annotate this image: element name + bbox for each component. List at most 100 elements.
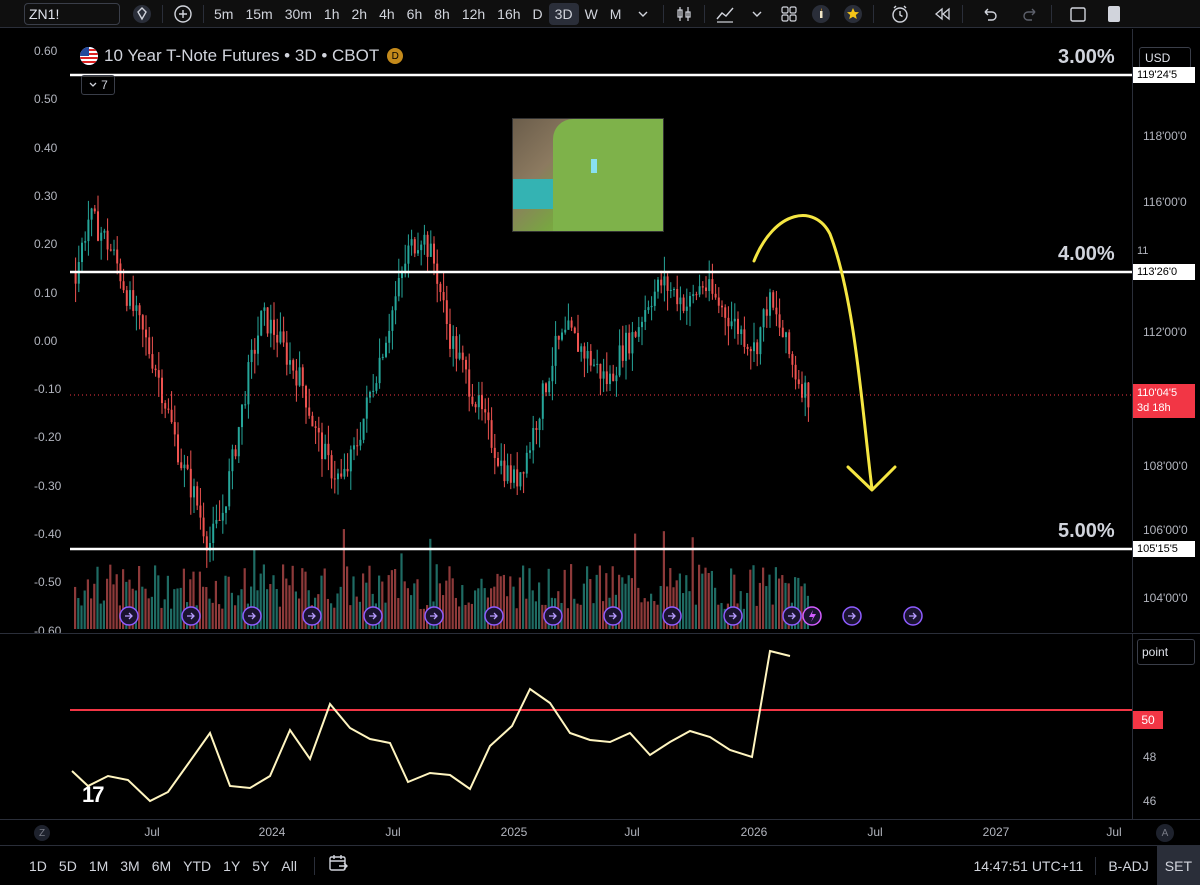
timeframe-w[interactable]: W — [579, 3, 604, 25]
event-icon[interactable] — [903, 606, 923, 626]
candle-body — [660, 279, 663, 286]
timeframe-1h[interactable]: 1h — [318, 3, 346, 25]
candle-body — [749, 349, 752, 352]
range-1d[interactable]: 1D — [26, 858, 50, 874]
range-5y[interactable]: 5Y — [249, 858, 272, 874]
replay-icon[interactable] — [926, 3, 958, 25]
adjustment-toggle[interactable]: B-ADJ — [1100, 858, 1156, 874]
candle-body — [564, 329, 567, 333]
event-icon[interactable] — [603, 606, 623, 626]
window-icon[interactable] — [1062, 3, 1094, 25]
range-5d[interactable]: 5D — [56, 858, 80, 874]
event-icon[interactable] — [302, 606, 322, 626]
timeframe-15m[interactable]: 15m — [239, 3, 278, 25]
timeframe-4h[interactable]: 4h — [373, 3, 401, 25]
panel-icon[interactable] — [1098, 3, 1130, 25]
event-icon[interactable] — [662, 606, 682, 626]
oscillator-chart[interactable] — [0, 634, 1132, 820]
range-6m[interactable]: 6M — [149, 858, 174, 874]
candle-body — [577, 333, 579, 352]
event-icon[interactable] — [543, 606, 563, 626]
volume-bar — [291, 565, 294, 629]
candle-body — [247, 362, 250, 405]
redo-icon[interactable] — [1015, 3, 1047, 25]
range-ytd[interactable]: YTD — [180, 858, 214, 874]
event-icon[interactable] — [484, 606, 504, 626]
candles-icon[interactable] — [668, 3, 700, 25]
event-icon[interactable] — [723, 606, 743, 626]
range-1m[interactable]: 1M — [86, 858, 111, 874]
undo-icon[interactable] — [973, 3, 1005, 25]
volume-bar — [646, 601, 649, 629]
candle-body — [765, 309, 768, 316]
timeframe-5m[interactable]: 5m — [208, 3, 239, 25]
timeframe-m[interactable]: M — [604, 3, 628, 25]
event-icon[interactable] — [782, 606, 802, 626]
event-icon[interactable] — [363, 606, 383, 626]
session-toggle[interactable]: SET — [1156, 846, 1200, 885]
candle-icon[interactable] — [805, 3, 837, 25]
volume-bar — [323, 568, 326, 629]
range-all[interactable]: All — [278, 858, 300, 874]
tradingview-logo[interactable]: 17 — [82, 782, 105, 808]
unit-selector[interactable]: point — [1137, 639, 1195, 665]
candle-body — [349, 449, 352, 472]
candle-body — [97, 211, 99, 241]
last-price: 110'04'5 — [1137, 387, 1178, 399]
chevron-down-icon[interactable] — [627, 3, 659, 25]
volume-bar — [765, 586, 768, 629]
candle-body — [804, 382, 807, 398]
range-3m[interactable]: 3M — [117, 858, 142, 874]
photo-thumbnail — [512, 118, 664, 232]
event-icon[interactable] — [424, 606, 444, 626]
clock[interactable]: 14:47:51 UTC+11 — [965, 858, 1091, 874]
down-arrow-annotation[interactable] — [752, 214, 874, 491]
symbol-search-field[interactable]: ZN1! — [24, 2, 120, 25]
alert-icon[interactable] — [884, 3, 916, 25]
candle-body — [468, 369, 471, 397]
currency-selector[interactable]: USD — [1139, 47, 1191, 69]
oscillator-pane[interactable]: 17 point 50 48 46 — [0, 633, 1200, 820]
timeframe-d[interactable]: D — [527, 3, 549, 25]
layouts-icon[interactable] — [773, 3, 805, 25]
event-icon[interactable] — [242, 606, 262, 626]
right-price-axis[interactable]: USD 118'00'0 116'00'0 112'00'0 108'00'0 106'… — [1132, 29, 1200, 632]
diamond-icon[interactable] — [126, 3, 158, 25]
time-axis[interactable]: Z Jul 2024 Jul 2025 Jul 2026 Jul 2027 Ju… — [0, 819, 1200, 845]
candle-body — [602, 371, 605, 379]
add-symbol-button[interactable] — [167, 3, 199, 25]
timeframe-12h[interactable]: 12h — [456, 3, 491, 25]
candle-body — [106, 230, 109, 250]
oscillator-axis[interactable]: point 50 48 46 — [1132, 634, 1200, 820]
volume-bar — [282, 564, 285, 629]
auto-scale-button[interactable]: A — [1156, 824, 1174, 842]
volume-bar — [528, 568, 531, 629]
timeframe-16h[interactable]: 16h — [491, 3, 526, 25]
indicators-icon[interactable] — [709, 3, 741, 25]
candle-body — [570, 320, 573, 328]
event-icon[interactable] — [119, 606, 139, 626]
candle-body — [295, 370, 298, 386]
dividend-icon[interactable] — [842, 606, 862, 626]
star-icon[interactable] — [837, 3, 869, 25]
chevron-down-icon[interactable] — [741, 3, 773, 25]
main-chart-pane[interactable]: 0.60 0.50 0.40 0.30 0.20 0.10 0.00 -0.10 -0.20 -0… — [0, 29, 1200, 638]
volume-bar — [458, 606, 461, 629]
volume-bar — [771, 604, 774, 629]
time-tick: 2027 — [982, 825, 1010, 839]
time-tick: Jul — [867, 825, 883, 839]
timeframe-8h[interactable]: 8h — [428, 3, 456, 25]
left-price-axis[interactable]: 0.60 0.50 0.40 0.30 0.20 0.10 0.00 -0.10 -0.20 -0… — [0, 29, 70, 638]
candle-body — [311, 415, 314, 427]
candle-body — [807, 382, 810, 408]
candle-body — [753, 342, 755, 352]
range-1y[interactable]: 1Y — [220, 858, 243, 874]
legend-collapse-button[interactable]: 7 — [81, 75, 115, 95]
timeframe-2h[interactable]: 2h — [346, 3, 374, 25]
timeframe-30m[interactable]: 30m — [279, 3, 318, 25]
event-icon[interactable] — [181, 606, 201, 626]
timeframe-6h[interactable]: 6h — [401, 3, 429, 25]
timeframe-3d[interactable]: 3D — [548, 2, 579, 25]
calendar-icon[interactable] — [327, 852, 349, 879]
zoom-button[interactable]: Z — [34, 825, 50, 841]
